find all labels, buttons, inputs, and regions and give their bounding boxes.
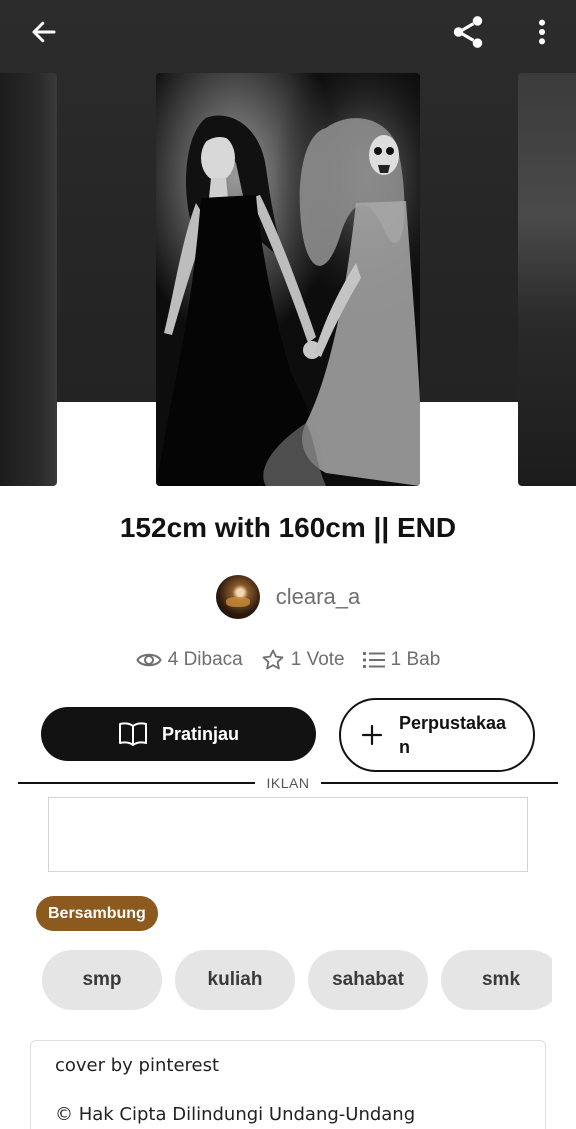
eye-icon [136, 653, 162, 667]
description-card[interactable]: cover by pinterest © Hak Cipta Dilindung… [30, 1040, 546, 1129]
copyright-line: © Hak Cipta Dilindungi Undang-Undang [55, 1104, 416, 1125]
top-bar [0, 0, 576, 64]
story-title: 152cm with 160cm || END [119, 512, 457, 543]
status-badge: Bersambung [36, 896, 158, 931]
divider-line-right [321, 782, 558, 784]
share-icon [453, 16, 483, 48]
votes-stat: 1 Vote [261, 648, 345, 672]
list-icon [362, 652, 385, 668]
preview-button[interactable]: Pratinjau [41, 707, 316, 761]
previous-cover[interactable] [0, 73, 57, 486]
parts-count: 1 Bab [390, 649, 441, 670]
tag-chip[interactable]: smk [441, 950, 552, 1010]
story-cover [156, 73, 420, 486]
add-to-library-button[interactable]: Perpustakaan [339, 698, 535, 772]
top-bar-actions [448, 12, 562, 52]
tag-chip[interactable]: smp [42, 950, 162, 1010]
star-icon [262, 649, 284, 670]
share-button[interactable] [448, 12, 488, 52]
arrow-left-icon [32, 21, 56, 43]
ad-slot[interactable] [48, 797, 528, 872]
author-row[interactable]: cleara_a [0, 575, 576, 619]
tag-list[interactable]: smp kuliah sahabat smk [42, 950, 552, 1010]
votes-count: 1 Vote [290, 649, 345, 670]
library-label: Perpustakaan [399, 713, 507, 757]
ad-label: IKLAN [266, 775, 310, 791]
preview-label: Pratinjau [161, 723, 240, 744]
back-button[interactable] [24, 12, 64, 52]
story-stats: 4 Dibaca 1 Vote 1 Bab [0, 648, 576, 672]
ad-divider: IKLAN [18, 773, 558, 793]
book-open-icon [118, 722, 147, 746]
plus-icon [361, 724, 383, 746]
divider-line-left [18, 782, 255, 784]
author-avatar[interactable] [215, 575, 260, 619]
reads-stat: 4 Dibaca [136, 649, 243, 671]
cover-illustration [156, 73, 420, 486]
reads-count: 4 Dibaca [167, 649, 243, 670]
next-cover[interactable] [518, 73, 576, 486]
author-name[interactable]: cleara_a [276, 584, 360, 610]
more-vertical-icon [538, 19, 546, 45]
tag-chip[interactable]: sahabat [308, 950, 428, 1010]
tag-chip[interactable]: kuliah [175, 950, 295, 1010]
description-line: cover by pinterest [55, 1055, 220, 1076]
more-options-button[interactable] [522, 12, 562, 52]
parts-stat: 1 Bab [362, 649, 441, 671]
